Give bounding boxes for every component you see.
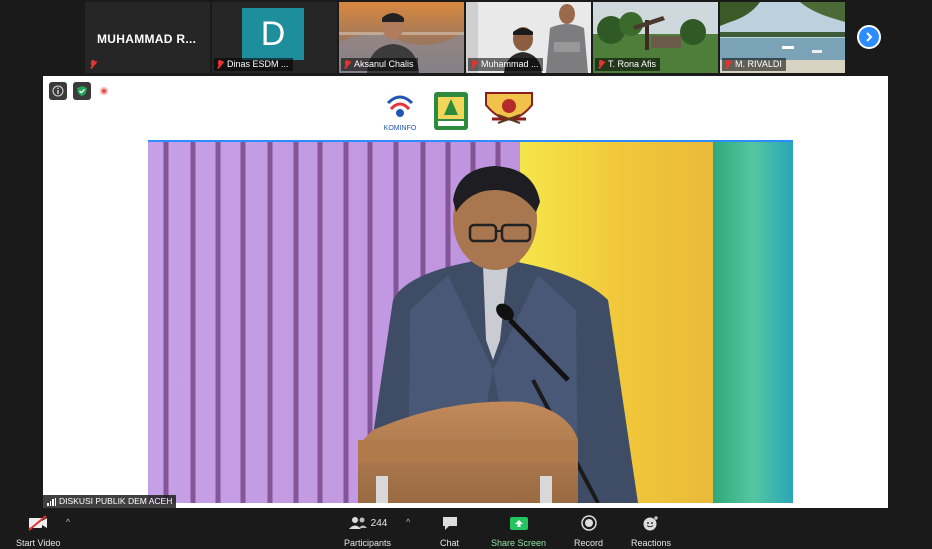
participant-tile[interactable]: Aksanul Chalis [339, 2, 464, 73]
participants-options-caret[interactable]: ^ [406, 517, 410, 527]
participant-label: T. Rona Afis [595, 58, 661, 71]
reactions-icon [643, 516, 659, 531]
participant-name: Aksanul Chalis [354, 59, 414, 69]
start-video-button[interactable]: Start Video [16, 513, 60, 548]
share-screen-icon [509, 517, 528, 530]
meeting-info-controls [49, 82, 108, 100]
mic-muted-icon [724, 60, 732, 69]
participant-tile[interactable]: M. RIVALDI [720, 2, 845, 73]
start-video-label: Start Video [16, 538, 61, 548]
chat-button[interactable]: Chat [440, 513, 459, 548]
sponsor-logos: KOMINFO [384, 92, 533, 132]
participant-name: M. RIVALDI [735, 59, 782, 69]
participants-icon [348, 517, 367, 529]
signal-icon [47, 497, 56, 506]
shield-icon [77, 86, 87, 96]
participant-name: Muhammad ... [481, 59, 539, 69]
info-button[interactable] [49, 82, 67, 100]
meeting-name-tag: DISKUSI PUBLIK DEM ACEH [43, 495, 177, 508]
recording-indicator [100, 87, 108, 95]
participant-label: Aksanul Chalis [341, 58, 418, 71]
chat-icon [442, 517, 457, 530]
participant-name: T. Rona Afis [608, 59, 657, 69]
share-divider [148, 140, 793, 142]
participant-name: MUHAMMAD R... [97, 32, 197, 46]
share-screen-button[interactable]: Share Screen [491, 513, 546, 548]
participants-label: Participants [344, 538, 392, 548]
org-emblem [485, 92, 533, 124]
mic-muted-icon [470, 60, 478, 69]
share-screen-label: Share Screen [491, 538, 547, 548]
shared-screen: KOMINFO [43, 76, 888, 508]
record-label: Record [574, 538, 604, 548]
mic-muted-icon [89, 60, 97, 69]
speaker-video [148, 140, 793, 503]
participant-tile[interactable]: D Dinas ESDM ... [212, 2, 337, 73]
mic-muted-icon [343, 60, 351, 69]
participant-strip: MUHAMMAD R... D Dinas ESDM ... Aksanul C… [0, 0, 932, 76]
participant-label: Muhammad ... [468, 58, 543, 71]
next-page-button[interactable] [857, 25, 881, 49]
participant-tile[interactable]: Muhammad ... [466, 2, 591, 73]
participant-name: Dinas ESDM ... [227, 59, 289, 69]
info-icon [52, 85, 64, 97]
mic-muted-icon [597, 60, 605, 69]
chevron-right-icon [866, 32, 873, 42]
participants-count: 244 [370, 517, 388, 529]
aceh-emblem [434, 92, 468, 130]
participant-label: Dinas ESDM ... [214, 58, 293, 71]
mic-muted-icon [216, 60, 224, 69]
reactions-label: Reactions [631, 538, 672, 548]
avatar: D [242, 8, 304, 60]
kominfo-logo-text: KOMINFO [384, 125, 417, 132]
participants-button[interactable]: 244 Participants [344, 513, 391, 548]
video-off-icon [28, 515, 48, 531]
kominfo-logo [386, 95, 414, 117]
participant-tile[interactable]: MUHAMMAD R... [85, 2, 210, 73]
security-button[interactable] [73, 82, 91, 100]
reactions-button[interactable]: Reactions [631, 513, 671, 548]
speaker-scene [148, 140, 793, 503]
participant-mute-status [87, 58, 101, 71]
participant-tile[interactable]: T. Rona Afis [593, 2, 718, 73]
participant-label: M. RIVALDI [722, 58, 786, 71]
chat-label: Chat [440, 538, 460, 548]
meeting-name: DISKUSI PUBLIK DEM ACEH [59, 496, 173, 506]
record-icon [580, 515, 597, 531]
meeting-toolbar: Start Video ^ 244 Participants ^ Chat Sh… [0, 509, 932, 549]
video-options-caret[interactable]: ^ [66, 517, 70, 527]
record-button[interactable]: Record [574, 513, 603, 548]
